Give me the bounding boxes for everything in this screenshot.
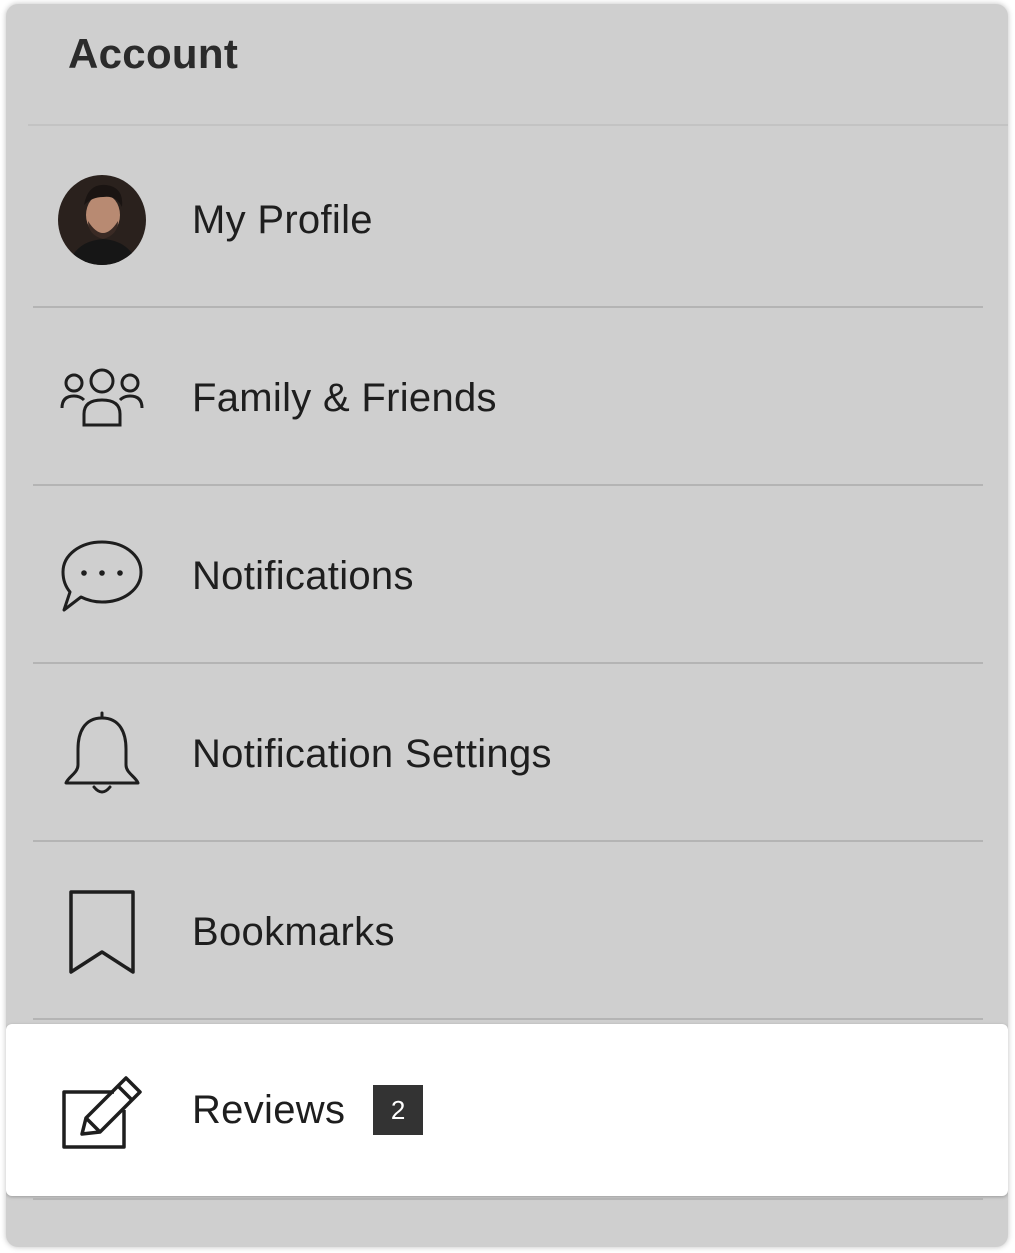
- menu-item-label: Reviews: [192, 1087, 346, 1132]
- menu-item-label-row: Reviews 2: [192, 1024, 424, 1196]
- bell-icon: [58, 710, 146, 798]
- bookmark-icon: [58, 888, 146, 976]
- avatar: [58, 175, 146, 265]
- divider: [33, 484, 983, 486]
- edit-icon: [58, 1068, 146, 1156]
- menu-item-label: My Profile: [192, 197, 373, 242]
- menu-item-bookmarks[interactable]: Bookmarks: [6, 844, 1008, 1020]
- account-panel: Account My Profile Family & Friends Noti…: [6, 4, 1008, 1247]
- menu-item-label: Family & Friends: [192, 375, 497, 420]
- menu-item-reviews[interactable]: Reviews 2: [6, 1024, 1008, 1196]
- divider: [33, 662, 983, 664]
- menu-item-label: Bookmarks: [192, 909, 395, 954]
- chat-bubble-icon: [58, 532, 146, 620]
- count-badge: 2: [373, 1085, 424, 1135]
- menu-item-notifications[interactable]: Notifications: [6, 488, 1008, 664]
- divider: [33, 1018, 983, 1020]
- page-title: Account: [68, 30, 239, 77]
- menu-item-notification-settings[interactable]: Notification Settings: [6, 666, 1008, 842]
- group-icon: [58, 354, 146, 442]
- menu-item-family-friends[interactable]: Family & Friends: [6, 310, 1008, 486]
- divider: [33, 1198, 983, 1200]
- menu-item-label: Notification Settings: [192, 731, 552, 776]
- divider: [33, 306, 983, 308]
- menu-item-label: Notifications: [192, 553, 414, 598]
- divider: [33, 840, 983, 842]
- menu-item-my-profile[interactable]: My Profile: [6, 132, 1008, 308]
- divider: [28, 124, 1008, 126]
